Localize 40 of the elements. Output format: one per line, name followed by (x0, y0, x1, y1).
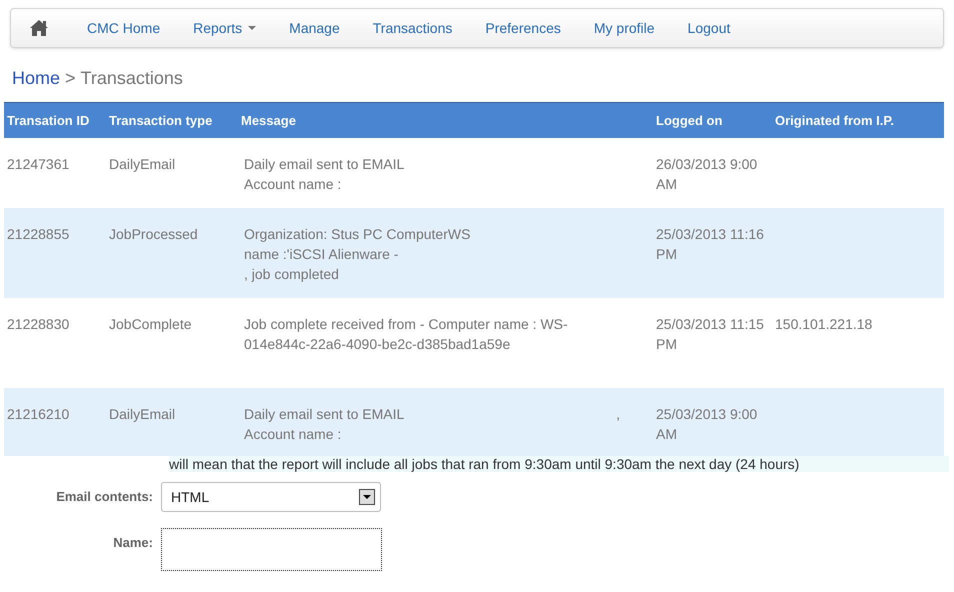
table-cell-text: Daily email sent to EMAIL Account name : (244, 405, 406, 444)
table-cell: 25/03/2013 11:15 PM (656, 316, 764, 352)
table-cell: 26/03/2013 9:00 AM (656, 156, 758, 192)
nav-link[interactable]: Transactions (372, 18, 452, 38)
column-header: Message (240, 112, 297, 130)
breadcrumb-separator: > (65, 66, 76, 90)
hint-text: will mean that the report will include all jobs that ran from 9:30am until 9:30am the next day (24 hours) (169, 456, 949, 472)
table-cell-text: Job complete received from - Computer name : WS-014e844c-22a6-4090-be2c-d385bad1a59e (244, 315, 569, 354)
table-cell-text: Organization: Stus PC ComputerWS name :'iSCSI Alienware - , job completed (244, 225, 472, 284)
column-header: Transaction type (108, 112, 214, 130)
table-cell-text: , (616, 405, 620, 424)
field-label: Email contents: (55, 488, 154, 506)
nav-dropdown[interactable]: Reports (193, 18, 256, 38)
table-cell: 150.101.221.18 (775, 316, 872, 332)
table-cell: 25/03/2013 9:00 AM (656, 406, 758, 442)
table-cell: JobComplete (109, 316, 192, 332)
table-cell: DailyEmail (109, 406, 176, 422)
select-field[interactable]: HTML (161, 482, 381, 512)
breadcrumb-link[interactable]: Home (12, 64, 60, 92)
caret-icon (248, 26, 256, 30)
column-header: Transation ID (6, 112, 90, 130)
table-cell: 21228830 (7, 316, 70, 332)
nav-link[interactable]: My profile (594, 18, 655, 38)
table-cell-text: Daily email sent to EMAIL Account name : (244, 155, 406, 194)
name-input[interactable] (161, 528, 382, 571)
column-header: Originated from I.P. (774, 112, 895, 130)
nav-link[interactable]: Preferences (485, 18, 561, 38)
table-cell: DailyEmail (109, 156, 176, 172)
nav-link[interactable]: Manage (289, 18, 340, 38)
table-cell: 21228855 (7, 226, 70, 242)
table-cell: 21216210 (7, 406, 70, 422)
table-cell: JobProcessed (109, 226, 198, 242)
column-header: Logged on (655, 112, 724, 130)
home-icon[interactable] (29, 19, 49, 37)
table-cell: 25/03/2013 11:16 PM (656, 226, 764, 262)
nav-link[interactable]: CMC Home (87, 18, 160, 38)
field-label: Name: (112, 534, 154, 552)
breadcrumb-current: Transactions (80, 66, 183, 90)
table-cell: 21247361 (7, 156, 70, 172)
nav-link[interactable]: Logout (688, 18, 730, 38)
